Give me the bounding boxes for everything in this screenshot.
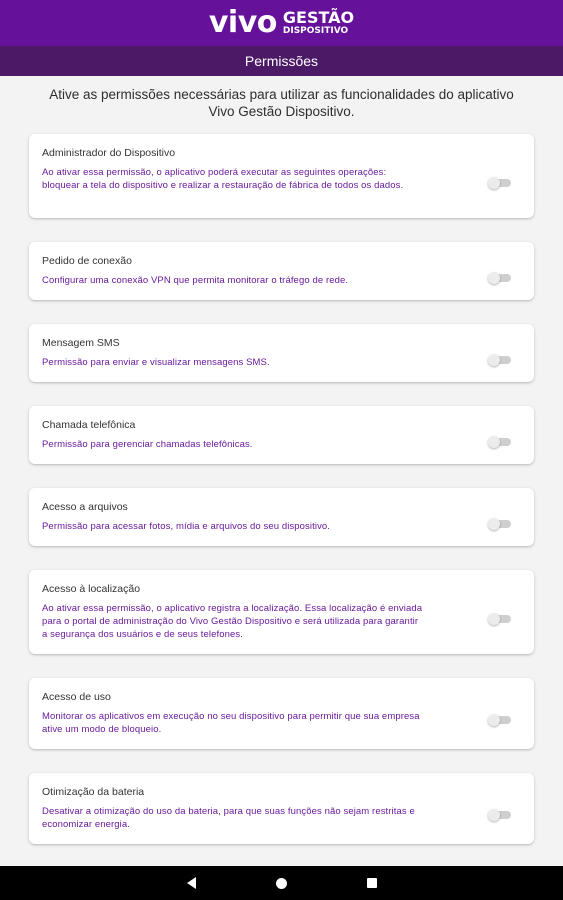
device-admin-toggle[interactable] bbox=[488, 177, 512, 189]
permission-title: Chamada telefônica bbox=[42, 419, 136, 431]
permission-title: Mensagem SMS bbox=[42, 337, 120, 349]
toggle-thumb bbox=[488, 714, 500, 726]
permission-title: Acesso à localização bbox=[42, 583, 141, 595]
toggle-thumb bbox=[488, 809, 500, 821]
toggle-thumb bbox=[488, 436, 500, 448]
permission-title: Acesso de uso bbox=[42, 691, 111, 703]
system-navigation-bar bbox=[0, 866, 563, 900]
permission-card-usage-access: Acesso de uso Monitorar os aplicativos e… bbox=[29, 678, 534, 749]
logo-wordmark: vivo bbox=[208, 5, 278, 40]
permission-card-device-admin: Administrador do Dispositivo Ao ativar e… bbox=[29, 134, 534, 218]
permission-description: Monitorar os aplicativos em execução no … bbox=[42, 711, 420, 735]
toggle-thumb bbox=[488, 354, 500, 366]
permission-title: Otimização da bateria bbox=[42, 786, 145, 798]
back-button[interactable] bbox=[147, 866, 237, 900]
connection-request-toggle[interactable] bbox=[488, 272, 512, 284]
logo-line-2: DISPOSITIVO bbox=[282, 26, 349, 36]
permission-description: Permissão para gerenciar chamadas telefô… bbox=[42, 439, 253, 450]
permission-title: Acesso a arquivos bbox=[42, 501, 128, 513]
app-header: vivo GESTÃO DISPOSITIVO bbox=[0, 0, 563, 46]
toggle-thumb bbox=[488, 518, 500, 530]
sms-toggle[interactable] bbox=[488, 354, 512, 366]
location-toggle[interactable] bbox=[488, 613, 512, 625]
file-access-toggle[interactable] bbox=[488, 518, 512, 530]
logo-subtitle: GESTÃO DISPOSITIVO bbox=[283, 10, 354, 36]
recents-icon bbox=[366, 878, 377, 888]
permission-title: Administrador do Dispositivo bbox=[42, 147, 176, 159]
permission-card-connection-request: Pedido de conexão Configurar uma conexão… bbox=[29, 242, 534, 300]
permission-card-battery-optimization: Otimização da bateria Desativar a otimiz… bbox=[29, 773, 534, 844]
permission-title: Pedido de conexão bbox=[42, 255, 132, 267]
permission-description: Permissão para enviar e visualizar mensa… bbox=[42, 357, 270, 368]
recents-button[interactable] bbox=[327, 866, 417, 900]
toggle-thumb bbox=[488, 272, 500, 284]
usage-access-toggle[interactable] bbox=[488, 714, 512, 726]
permission-card-file-access: Acesso a arquivos Permissão para acessar… bbox=[29, 488, 534, 546]
phone-call-toggle[interactable] bbox=[488, 436, 512, 448]
toggle-thumb bbox=[488, 613, 500, 625]
intro-text: Ative as permissões necessárias para uti… bbox=[49, 87, 514, 119]
permission-description: Configurar uma conexão VPN que permita m… bbox=[42, 275, 349, 286]
permission-description: Ao ativar essa permissão, o aplicativo r… bbox=[42, 603, 423, 640]
permission-description: Ao ativar essa permissão, o aplicativo p… bbox=[42, 167, 404, 191]
permission-card-location: Acesso à localização Ao ativar essa perm… bbox=[29, 570, 534, 654]
permission-description: Permissão para acessar fotos, mídia e ar… bbox=[42, 521, 331, 532]
permission-card-phone-call: Chamada telefônica Permissão para gerenc… bbox=[29, 406, 534, 464]
permission-description: Desativar a otimização do uso da bateria… bbox=[42, 806, 415, 830]
home-button[interactable] bbox=[237, 866, 327, 900]
home-icon bbox=[276, 877, 287, 889]
logo-line-1: GESTÃO bbox=[282, 8, 355, 27]
battery-optimization-toggle[interactable] bbox=[488, 809, 512, 821]
toggle-thumb bbox=[488, 177, 500, 189]
vivo-logo: vivo GESTÃO DISPOSITIVO bbox=[209, 8, 354, 38]
permission-card-sms: Mensagem SMS Permissão para enviar e vis… bbox=[29, 324, 534, 382]
page-title: Permissões bbox=[0, 46, 563, 76]
back-icon bbox=[187, 877, 196, 889]
